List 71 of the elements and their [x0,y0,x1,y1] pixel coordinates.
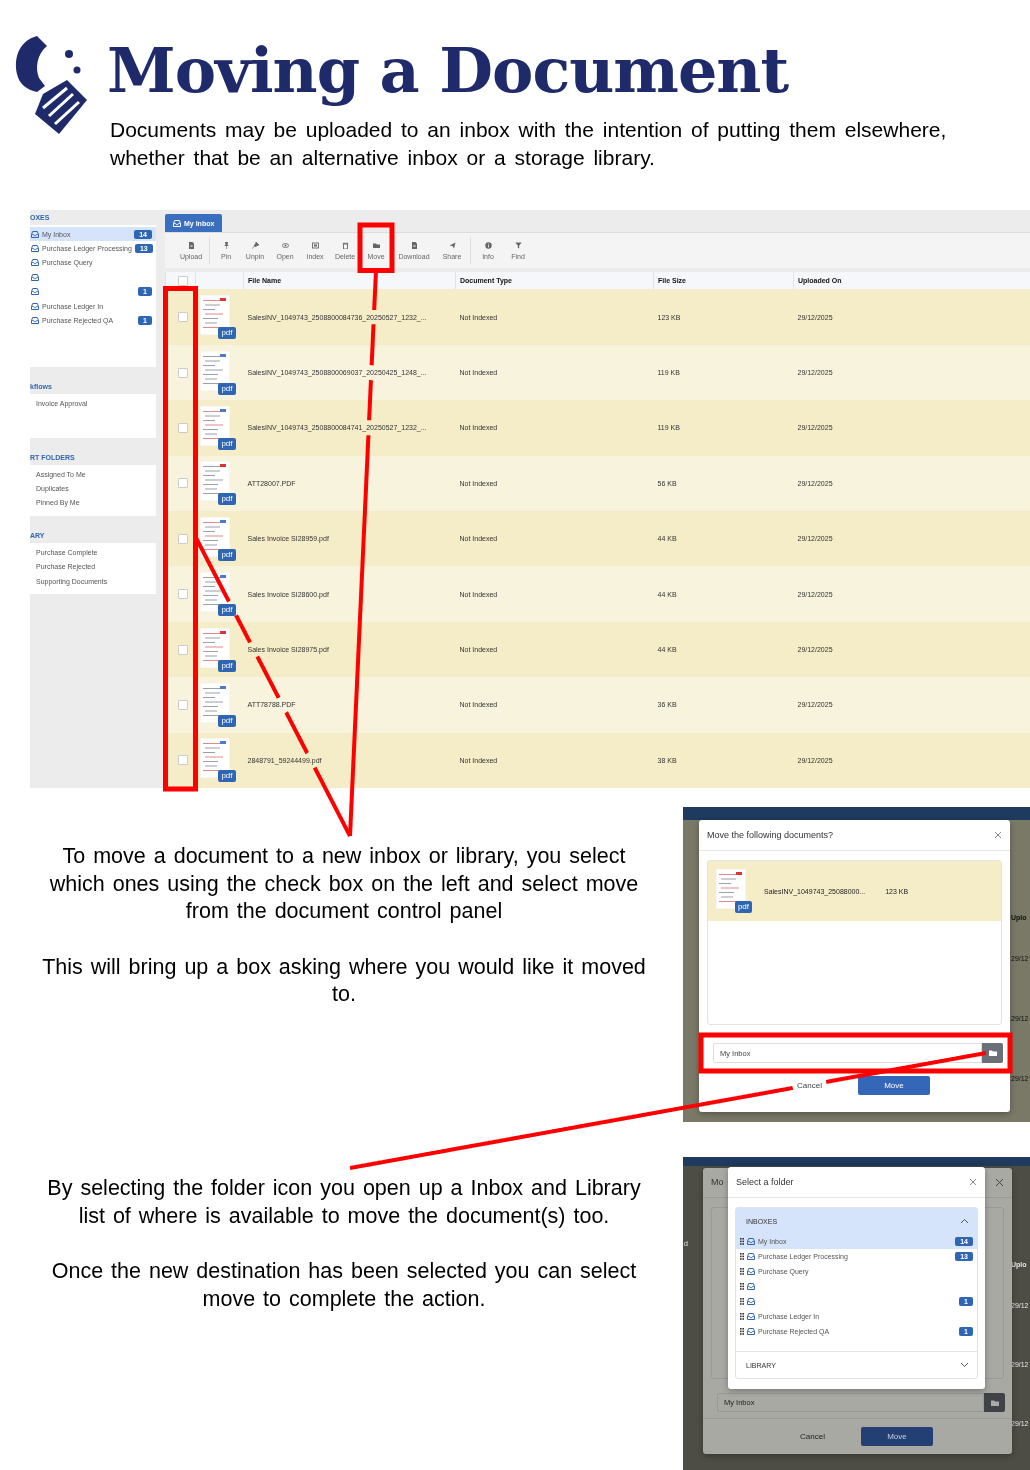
send-icon [448,241,456,249]
inbox-icon [31,245,39,253]
pin-icon [222,241,230,249]
instruction-text: This will bring up a box asking where you would like it moved to. [41,953,647,1008]
inbox-icon [747,1238,755,1245]
intro-text: Documents may be uploaded to an inbox with the intention of putting them elsewhere, whether that be an alternative inbox or a storage library. [110,117,948,171]
info-icon [484,241,492,249]
dialog-title: Mo [711,1177,724,1188]
instruction-text: To move a document to a new inbox or library, you select which ones using the check box on the left and select move from the document control panel [48,843,640,925]
inbox-icon [173,220,181,227]
inbox-icon [747,1253,755,1260]
instruction-text: Once the new destination has been selected you can select move to complete the action. [50,1258,638,1313]
row-checkbox[interactable] [177,533,188,544]
select-all-checkbox[interactable] [177,276,188,286]
eye-icon [281,241,289,249]
folder-icon [990,1399,999,1406]
inbox-icon [31,302,39,310]
row-checkbox[interactable] [177,699,188,710]
close-icon[interactable] [994,831,1002,839]
grid-icon [311,241,319,249]
page-title: Moving a Document [107,33,789,109]
inbox-icon [31,273,39,281]
file-type-badge: pdf [218,604,236,617]
dialog-title: Select a folder [736,1177,794,1187]
inbox-icon [31,317,39,325]
row-checkbox[interactable] [177,644,188,655]
cancel-button[interactable]: Cancel [794,1431,831,1443]
filter-icon [514,241,522,249]
file-type-badge: pdf [218,493,236,506]
drag-handle-icon [740,1313,744,1320]
folder-button[interactable] [984,1392,1005,1413]
file-type-badge: pdf [218,327,236,340]
folder-icon [988,1050,997,1056]
trash-icon [341,241,349,249]
drag-handle-icon [740,1268,744,1275]
cancel-button[interactable]: Cancel [791,1079,828,1091]
inbox-icon [747,1313,755,1320]
inbox-icon [31,230,39,238]
close-icon[interactable] [969,1178,977,1186]
highlight-frame [357,222,395,273]
chevron-up-icon[interactable] [960,1218,969,1224]
inbox-icon [31,259,39,267]
move-button[interactable]: Move [860,1427,933,1447]
file-type-badge: pdf [218,770,236,783]
drag-handle-icon [740,1298,744,1305]
close-icon[interactable] [995,1177,1004,1187]
row-checkbox[interactable] [177,589,188,600]
drag-handle-icon [740,1238,744,1245]
row-checkbox[interactable] [177,755,188,766]
row-checkbox[interactable] [177,422,188,433]
drag-handle-icon [740,1283,744,1290]
move-button[interactable]: Move [857,1075,930,1095]
row-checkbox[interactable] [177,478,188,489]
chevron-down-icon[interactable] [960,1362,969,1368]
inbox-icon [747,1268,755,1275]
folder-icon [372,241,380,249]
inbox-icon [747,1283,755,1290]
drag-handle-icon [740,1253,744,1260]
folder-button[interactable] [982,1043,1003,1063]
drag-handle-icon [740,1328,744,1335]
row-checkbox[interactable] [177,367,188,378]
instruction-text: By selecting the folder icon you open up a Inbox and Library list of where is available to move the document(s) too. [46,1175,642,1230]
inbox-icon [747,1298,755,1305]
file-icon [187,241,195,249]
row-checkbox[interactable] [177,312,188,323]
pin-icon [251,241,259,249]
inbox-icon [747,1328,755,1335]
file-type-badge: pdf [734,901,752,913]
dialog-title: Move the following documents? [707,830,834,840]
inbox-icon [31,288,39,296]
file-icon [410,241,418,249]
